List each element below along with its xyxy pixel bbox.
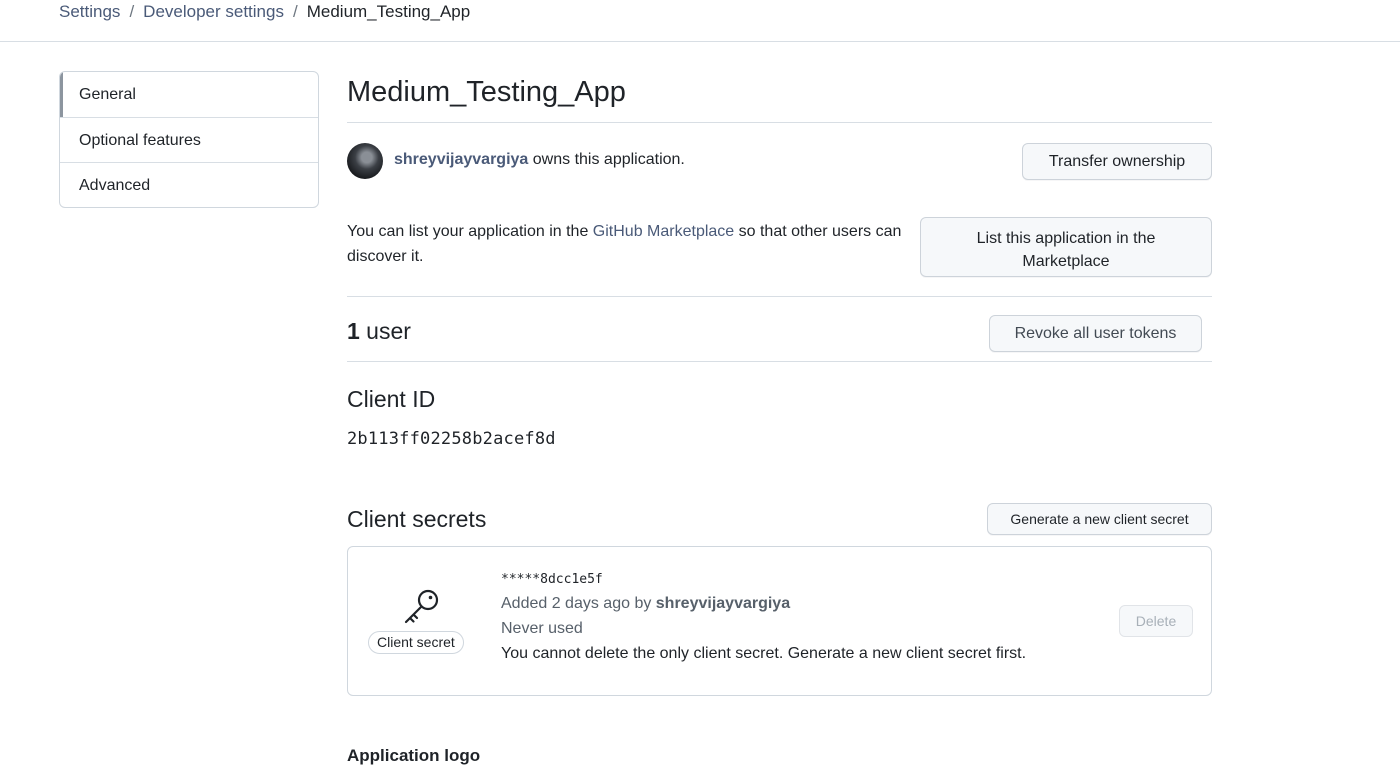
breadcrumb: Settings / Developer settings / Medium_T… (59, 2, 470, 22)
top-bar: Settings / Developer settings / Medium_T… (0, 0, 1400, 42)
secret-added-info: Added 2 days ago by shreyvijayvargiya (501, 595, 790, 613)
application-logo-heading: Application logo (347, 746, 481, 765)
key-icon (404, 589, 439, 624)
breadcrumb-separator: / (129, 2, 135, 21)
client-secrets-heading: Client secrets (347, 506, 487, 532)
user-count-label: user (359, 318, 411, 344)
settings-sidebar: General Optional features Advanced (59, 71, 319, 208)
marketplace-text-before: You can list your application in the (347, 223, 593, 240)
list-button-line2: Marketplace (1022, 253, 1110, 270)
list-in-marketplace-button[interactable]: List this application in the Marketplace (920, 217, 1212, 277)
github-marketplace-link[interactable]: GitHub Marketplace (593, 223, 734, 240)
owner-suffix: owns this application. (528, 151, 685, 168)
delete-secret-button[interactable]: Delete (1119, 605, 1193, 637)
client-id-value: 2b113ff02258b2acef8d (347, 429, 556, 449)
divider (347, 122, 1212, 123)
client-secret-badge: Client secret (368, 631, 464, 654)
revoke-user-tokens-button[interactable]: Revoke all user tokens (989, 315, 1202, 352)
secret-usage-status: Never used (501, 620, 583, 637)
generate-client-secret-button[interactable]: Generate a new client secret (987, 503, 1212, 535)
owner-link[interactable]: shreyvijayvargiya (394, 151, 528, 168)
client-secret-card: Client secret *****8dcc1e5f Added 2 days… (347, 546, 1212, 696)
divider (347, 361, 1212, 362)
secret-added-prefix: Added 2 days ago by (501, 595, 656, 612)
marketplace-description: You can list your application in the Git… (347, 219, 912, 269)
masked-secret-value: *****8dcc1e5f (501, 572, 603, 587)
user-count: 1 user (347, 318, 411, 345)
divider (347, 296, 1212, 297)
user-count-number: 1 (347, 318, 360, 344)
sidebar-item-general[interactable]: General (60, 72, 318, 117)
breadcrumb-current: Medium_Testing_App (306, 2, 471, 21)
page-title: Medium_Testing_App (347, 76, 626, 108)
list-button-line1: List this application in the (976, 230, 1156, 247)
breadcrumb-separator: / (292, 2, 298, 21)
secret-added-by: shreyvijayvargiya (655, 595, 791, 612)
breadcrumb-developer-settings[interactable]: Developer settings (143, 2, 284, 22)
secret-delete-note: You cannot delete the only client secret… (501, 645, 1027, 662)
breadcrumb-settings[interactable]: Settings (59, 2, 120, 22)
client-id-heading: Client ID (347, 386, 436, 412)
transfer-ownership-button[interactable]: Transfer ownership (1022, 143, 1212, 180)
sidebar-item-advanced[interactable]: Advanced (60, 162, 318, 207)
sidebar-item-optional-features[interactable]: Optional features (60, 117, 318, 162)
owner-line: shreyvijayvargiya owns this application. (394, 151, 685, 169)
avatar[interactable] (347, 143, 383, 179)
